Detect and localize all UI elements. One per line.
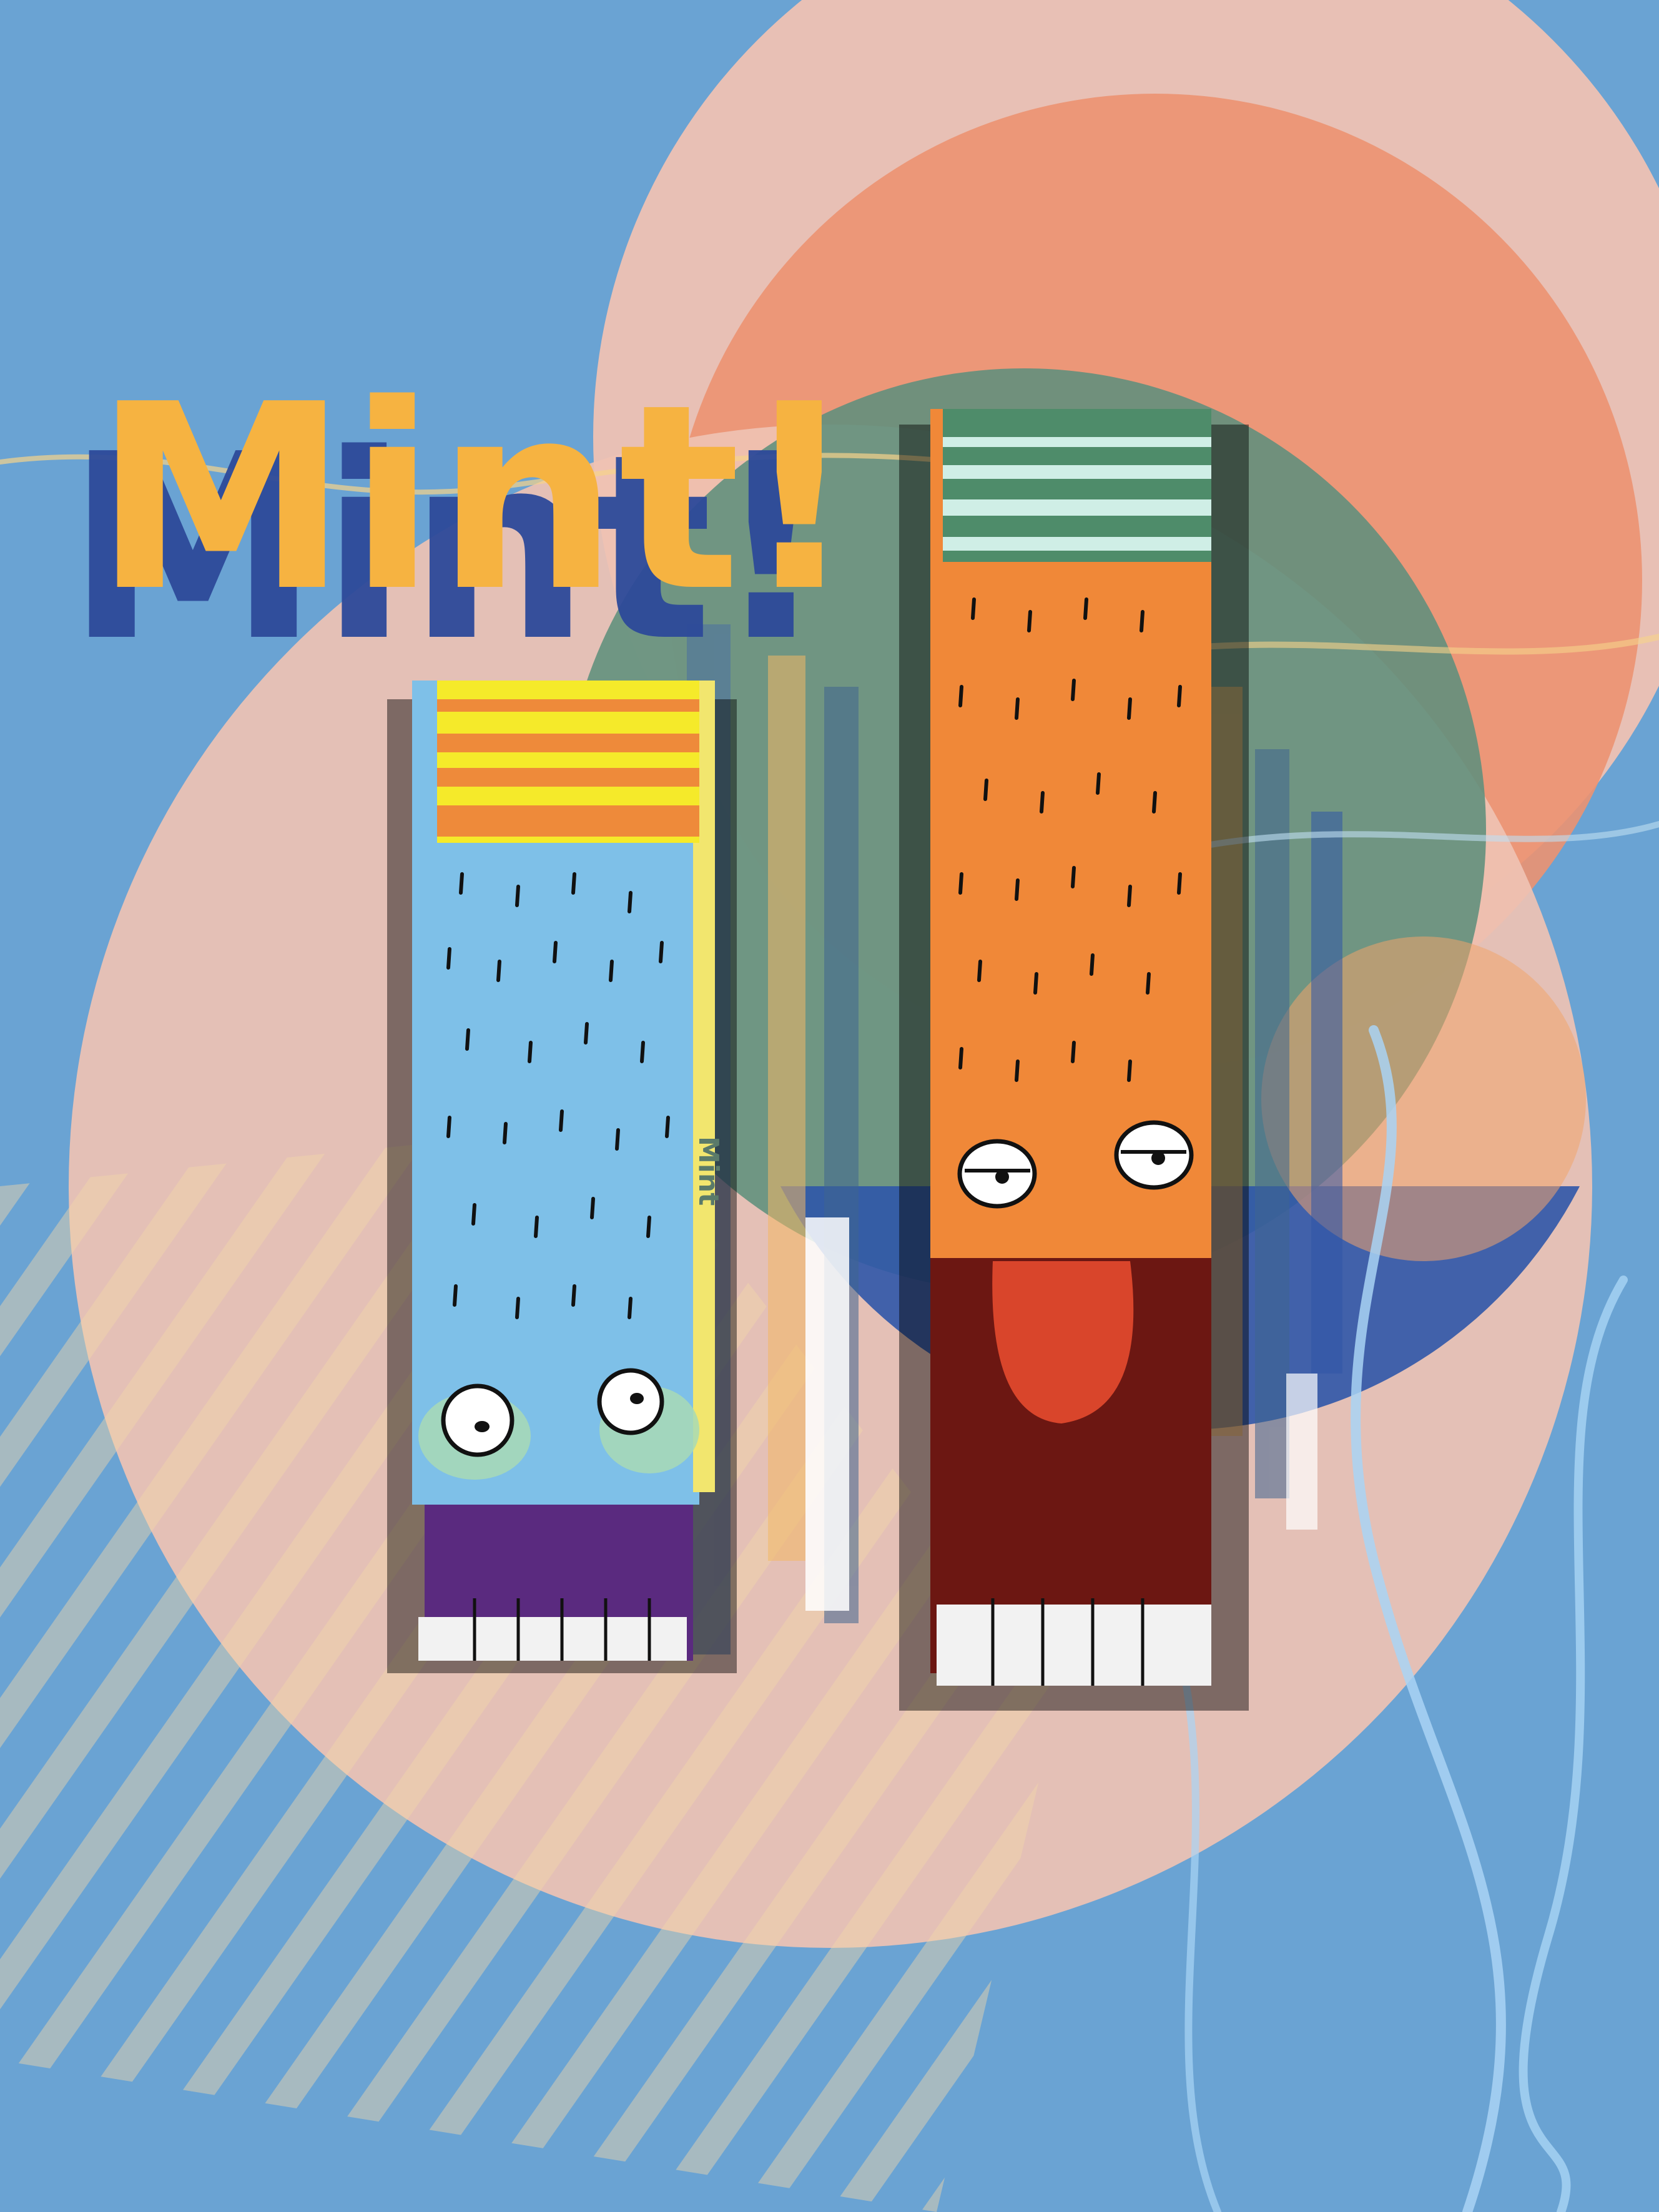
poster: Mint! Mint! Mint	[0, 0, 1659, 2212]
orange-teeth	[937, 1605, 1211, 1686]
blue-teeth	[418, 1617, 687, 1661]
orange-box-character	[899, 409, 1249, 1711]
peach-overlay-circle	[1261, 936, 1586, 1261]
box-side-text: Mint	[692, 1136, 724, 1206]
poster-artwork: Mint! Mint! Mint	[0, 0, 1659, 2212]
white-stripe-right	[1286, 1374, 1317, 1530]
title-group: Mint! Mint!	[66, 349, 857, 697]
blue-box-character: Mint	[387, 681, 737, 1673]
title-text: Mint!	[94, 349, 857, 647]
white-stripe-left	[805, 1217, 849, 1611]
